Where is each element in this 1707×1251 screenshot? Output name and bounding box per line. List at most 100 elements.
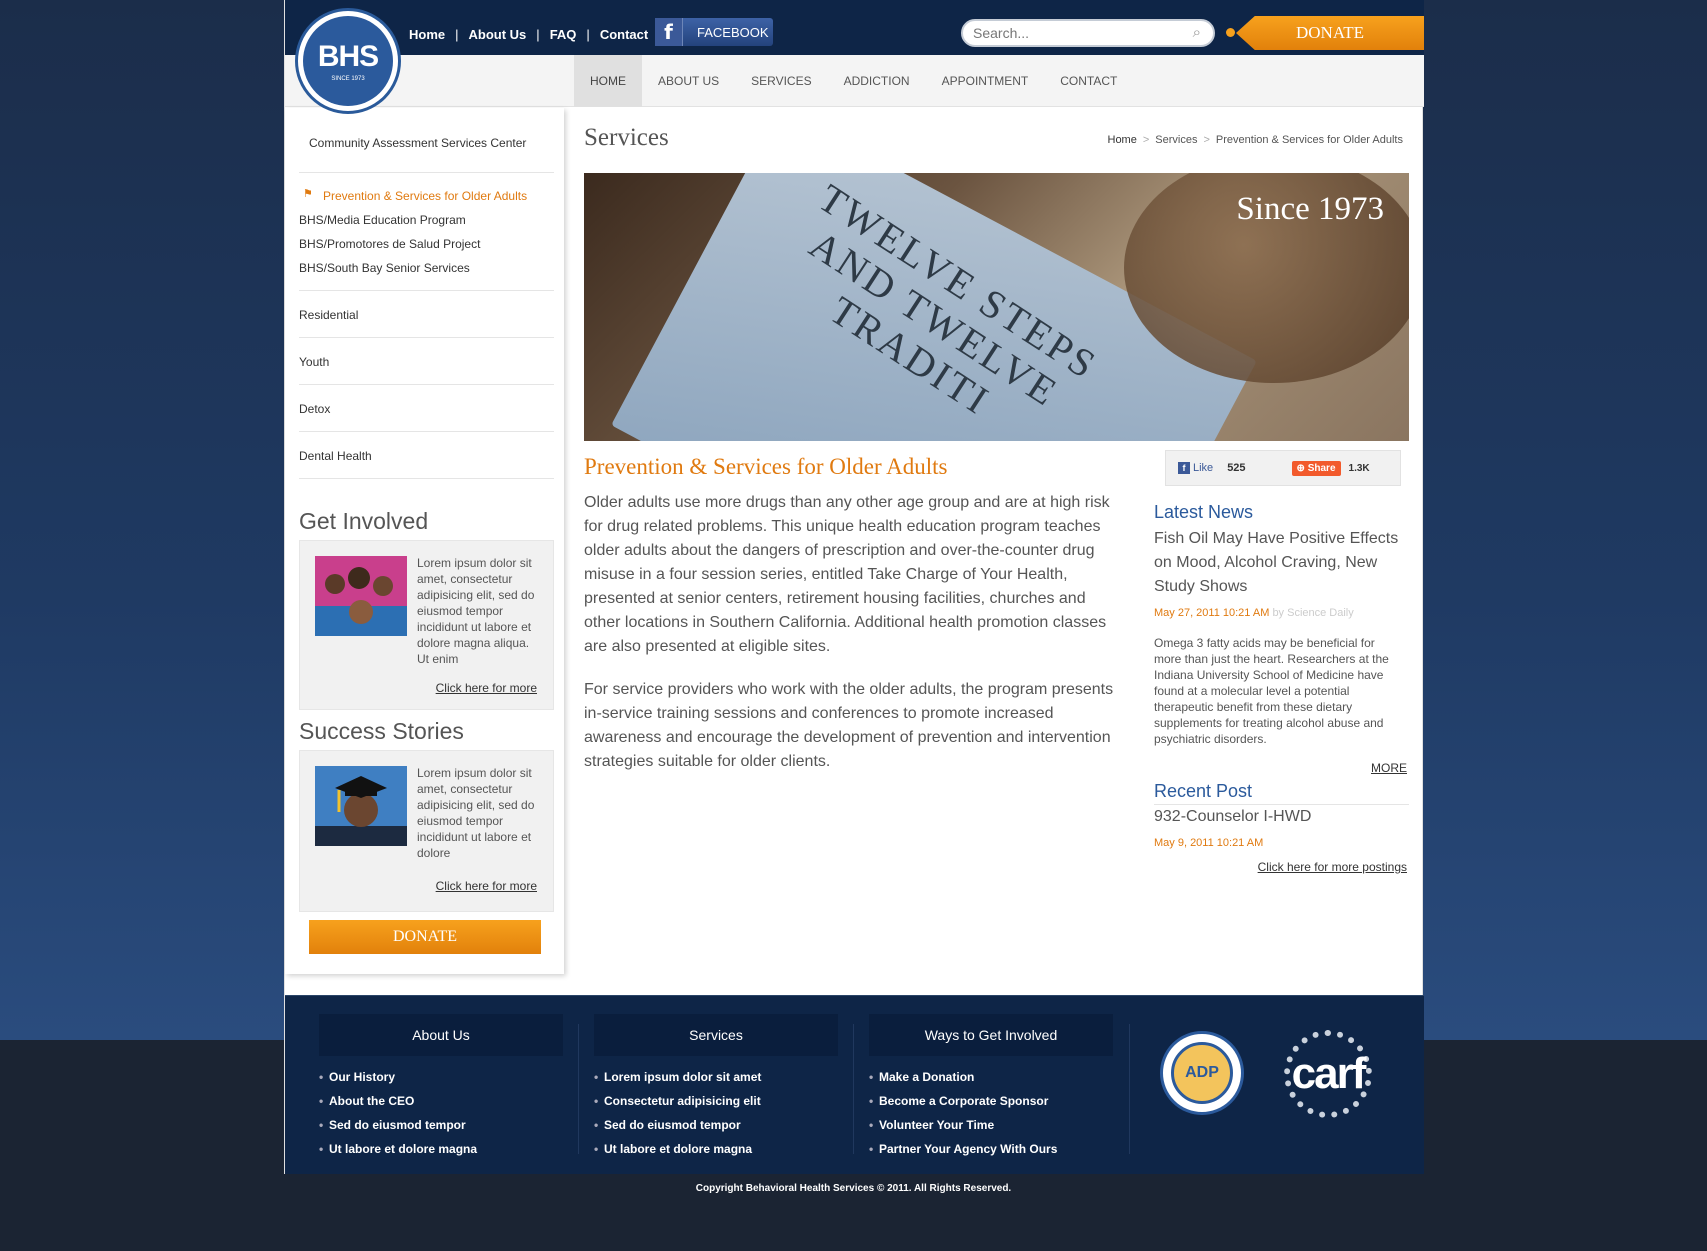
adp-seal-logo[interactable]: ADP [1160, 1031, 1244, 1115]
divider [299, 384, 554, 385]
hero-since-text: Since 1973 [1236, 191, 1384, 227]
article-title: Prevention & Services for Older Adults [584, 454, 948, 479]
sidebar-item-dental[interactable]: Dental Health [299, 449, 372, 463]
success-stories-more-link[interactable]: Click here for more [436, 879, 537, 893]
top-link-about[interactable]: About Us [469, 27, 527, 42]
footer-col-about: About Us Our History About the CEO Sed d… [319, 1014, 563, 1161]
get-involved-card: Lorem ipsum dolor sit amet, consectetur … [299, 540, 554, 710]
top-link-contact[interactable]: Contact [600, 27, 648, 42]
recent-post-heading: Recent Post [1154, 781, 1253, 801]
nav-addiction[interactable]: ADDICTION [828, 55, 926, 107]
donate-button-top[interactable]: DONATE [1236, 16, 1424, 50]
carf-logo[interactable]: carf [1278, 1028, 1378, 1120]
divider [299, 337, 554, 338]
copyright: Copyright Behavioral Health Services © 2… [695, 1183, 1012, 1194]
latest-news-heading: Latest News [1154, 502, 1254, 522]
footer-link[interactable]: Ut labore et dolore magna [594, 1137, 838, 1161]
share-button[interactable]: ⊕ Share [1291, 460, 1341, 476]
footer-link[interactable]: Consectetur adipisicing elit [594, 1089, 838, 1113]
like-count: 525 [1227, 462, 1246, 474]
share-label: Share [1307, 462, 1336, 474]
divider [1154, 804, 1409, 805]
news-body: Omega 3 fatty acids may be beneficial fo… [1154, 636, 1389, 746]
footer-link[interactable]: Become a Corporate Sponsor [869, 1089, 1113, 1113]
nav-appointment[interactable]: APPOINTMENT [926, 55, 1045, 107]
search-input[interactable]: Search... ⌕ [961, 19, 1215, 47]
breadcrumb-services[interactable]: Services [1155, 134, 1197, 146]
page-title: Services [584, 124, 669, 151]
breadcrumb-current: Prevention & Services for Older Adults [1215, 134, 1403, 146]
get-involved-title: Get Involved [299, 508, 429, 534]
footer-link[interactable]: Lorem ipsum dolor sit amet [594, 1065, 838, 1089]
adp-seal-text: ADP [1171, 1042, 1233, 1104]
donate-button-sidebar[interactable]: DONATE [309, 920, 541, 954]
success-stories-text: Lorem ipsum dolor sit amet, consectetur … [417, 766, 535, 860]
get-involved-text: Lorem ipsum dolor sit amet, consectetur … [417, 556, 535, 666]
breadcrumb: Home > Services > Prevention & Services … [1107, 134, 1404, 146]
divider [299, 172, 554, 173]
footer-col-title: About Us [319, 1014, 563, 1056]
top-links: Home | About Us | FAQ | Contact [409, 27, 649, 42]
top-link-home[interactable]: Home [409, 27, 445, 42]
facebook-icon: f [655, 18, 683, 46]
nav-home[interactable]: HOME [574, 55, 642, 107]
footer-link[interactable]: Our History [319, 1065, 563, 1089]
search-placeholder: Search... [973, 25, 1030, 41]
breadcrumb-home[interactable]: Home [1108, 134, 1137, 146]
facebook-button[interactable]: f FACEBOOK [655, 18, 773, 46]
footer-link[interactable]: Ut labore et dolore magna [319, 1137, 563, 1161]
sidebar-item-media[interactable]: BHS/Media Education Program [299, 213, 466, 227]
news-date-text: May 27, 2011 10:21 AM [1154, 607, 1270, 619]
footer-link[interactable]: About the CEO [319, 1089, 563, 1113]
divider [299, 290, 554, 291]
nav-about[interactable]: ABOUT US [642, 55, 735, 107]
bhs-logo[interactable]: BHS SINCE 1973 [295, 8, 401, 114]
get-involved-photo [315, 556, 407, 636]
sidebar-item-detox[interactable]: Detox [299, 402, 330, 416]
facebook-label: FACEBOOK [697, 24, 769, 40]
news-title-link[interactable]: Fish Oil May Have Positive Effects on Mo… [1154, 527, 1409, 599]
logo-text: BHS [317, 40, 379, 73]
sidebar-item-prevention[interactable]: Prevention & Services for Older Adults [323, 189, 527, 203]
page-wrapper: BHS SINCE 1973 Home | About Us | FAQ | C… [284, 0, 1424, 1174]
search-icon[interactable]: ⌕ [1193, 24, 1201, 41]
top-link-faq[interactable]: FAQ [550, 27, 577, 42]
sidebar-item-youth[interactable]: Youth [299, 355, 329, 369]
divider [299, 478, 554, 479]
social-bar: f Like 525 ⊕ Share 1.3K [1165, 450, 1401, 486]
success-stories-photo [315, 766, 407, 846]
like-label: Like [1193, 462, 1214, 474]
footer-link[interactable]: Sed do eiusmod tempor [594, 1113, 838, 1137]
footer-col-title: Ways to Get Involved [869, 1014, 1113, 1056]
nav-services[interactable]: SERVICES [735, 55, 827, 107]
sidebar-item-promotores[interactable]: BHS/Promotores de Salud Project [299, 237, 480, 251]
footer-link[interactable]: Make a Donation [869, 1065, 1113, 1089]
nav-contact[interactable]: CONTACT [1044, 55, 1133, 107]
donate-dot [1226, 28, 1235, 37]
logo-inner: BHS SINCE 1973 [303, 16, 393, 106]
footer-link[interactable]: Partner Your Agency With Ours [869, 1137, 1113, 1161]
sidebar-item-assessment[interactable]: Community Assessment Services Center [309, 136, 526, 150]
sidebar-item-residential[interactable]: Residential [299, 308, 358, 322]
recent-post-date: May 9, 2011 10:21 AM [1154, 837, 1264, 849]
article-paragraph: For service providers who work with the … [584, 681, 1114, 770]
more-postings-link[interactable]: Click here for more postings [1258, 860, 1407, 874]
divider [578, 1024, 579, 1154]
get-involved-more-link[interactable]: Click here for more [436, 681, 537, 695]
divider [299, 431, 554, 432]
success-stories-title: Success Stories [299, 718, 464, 744]
footer-link[interactable]: Volunteer Your Time [869, 1113, 1113, 1137]
recent-post-title-link[interactable]: 932-Counselor I-HWD [1154, 808, 1311, 826]
share-count: 1.3K [1348, 462, 1370, 474]
facebook-like-button[interactable]: f Like [1178, 462, 1213, 474]
sidebar-item-south-bay[interactable]: BHS/South Bay Senior Services [299, 261, 470, 275]
article-paragraph: Older adults use more drugs than any oth… [584, 494, 1110, 655]
footer-link[interactable]: Sed do eiusmod tempor [319, 1113, 563, 1137]
divider [1129, 1024, 1130, 1154]
hero-image: TWELVE STEPS AND TWELVE TRADITI Since 19… [584, 173, 1409, 441]
footer-col-title: Services [594, 1014, 838, 1056]
flag-icon: ⚑ [303, 188, 313, 200]
footer: About Us Our History About the CEO Sed d… [285, 995, 1424, 1174]
success-stories-card: Lorem ipsum dolor sit amet, consectetur … [299, 750, 554, 912]
news-more-link[interactable]: MORE [1371, 761, 1407, 775]
